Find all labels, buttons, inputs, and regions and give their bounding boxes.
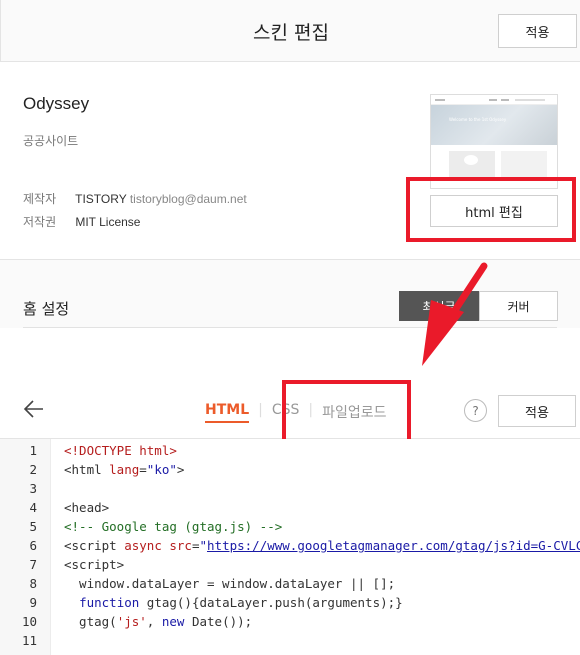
maker-name: TISTORY xyxy=(75,192,127,206)
skin-maker-row: 제작자 TISTORY tistoryblog@daum.net xyxy=(23,190,247,207)
code-token: <!-- Google tag (gtag.js) --> xyxy=(64,519,283,534)
code-line: 6 <script async src="https://www.googleta… xyxy=(0,536,580,555)
line-number: 9 xyxy=(29,595,37,610)
home-option-latest[interactable]: 최신글 xyxy=(399,291,479,321)
question-circle-icon[interactable]: ? xyxy=(464,399,487,422)
line-number: 6 xyxy=(29,538,37,553)
code-token: lang xyxy=(109,462,140,477)
tab-separator: | xyxy=(258,402,263,418)
code-line: 10 gtag('js', new Date()); xyxy=(0,612,580,631)
html-edit-button[interactable]: html 편집 xyxy=(430,195,558,227)
tab-separator: | xyxy=(308,402,314,418)
code-token: <head> xyxy=(64,500,110,515)
thumbnail-hero-text: Welcome to the 1st Odyssey xyxy=(449,117,507,122)
thumbnail-hero: Welcome to the 1st Odyssey xyxy=(431,105,557,145)
line-number: 4 xyxy=(29,500,37,515)
code-token: " xyxy=(199,538,208,553)
license-value: MIT License xyxy=(75,215,141,229)
code-token: https://www.googletagmanager.com/gtag/js… xyxy=(207,538,580,553)
section-gap xyxy=(0,328,580,381)
tab-html[interactable]: HTML xyxy=(205,402,250,423)
tab-file-upload[interactable]: 파일업로드 xyxy=(322,402,386,422)
code-token: 'js' xyxy=(116,614,147,629)
page-title: 스킨 편집 xyxy=(253,22,329,44)
code-token: Date()); xyxy=(184,614,253,629)
code-token: <html xyxy=(64,462,110,477)
code-text: function gtag(){dataLayer.push(arguments… xyxy=(64,593,403,612)
line-number: 1 xyxy=(29,443,37,458)
maker-key: 제작자 xyxy=(23,192,57,206)
line-number: 2 xyxy=(29,462,37,477)
code-token: = xyxy=(139,462,147,477)
home-settings-label: 홈 설정 xyxy=(23,300,70,318)
code-line: 2 <html lang="ko"> xyxy=(0,460,580,479)
line-number: 10 xyxy=(21,614,37,629)
code-line: 11 xyxy=(0,631,580,650)
line-number: 5 xyxy=(29,519,37,534)
code-text: <!DOCTYPE html> xyxy=(64,441,177,460)
code-token: , xyxy=(146,614,162,629)
line-number: 11 xyxy=(21,633,37,648)
code-line: 4 <head> xyxy=(0,498,580,517)
thumbnail-card xyxy=(501,151,547,177)
skin-edit-header: 스킨 편집 적용 xyxy=(0,0,580,62)
tab-css[interactable]: CSS xyxy=(272,402,300,418)
skin-license-row: 저작권 MIT License xyxy=(23,213,140,230)
skin-name: Odyssey xyxy=(23,94,90,113)
code-token: async src xyxy=(124,538,192,553)
line-number: 8 xyxy=(29,576,37,591)
code-token: <script> xyxy=(64,557,125,572)
thumbnail-cloud xyxy=(464,155,478,165)
code-token: window.dataLayer = window.dataLayer || [… xyxy=(64,576,396,591)
code-token: <!DOCTYPE html> xyxy=(64,443,177,458)
home-option-cover[interactable]: 커버 xyxy=(479,291,558,321)
code-token: new xyxy=(161,614,185,629)
editor-apply-button[interactable]: 적용 xyxy=(498,395,576,427)
editor-tabs: HTML | CSS | 파일업로드 xyxy=(205,402,387,423)
code-line: 7 <script> xyxy=(0,555,580,574)
skin-subtitle: 공공사이트 xyxy=(23,134,79,148)
code-line: 5 <!-- Google tag (gtag.js) --> xyxy=(0,517,580,536)
skin-info-panel: Odyssey 공공사이트 제작자 TISTORY tistoryblog@da… xyxy=(0,62,580,259)
skin-thumbnail: Welcome to the 1st Odyssey xyxy=(430,94,558,189)
code-text: <html lang="ko"> xyxy=(64,460,184,479)
code-line: 3 xyxy=(0,479,580,498)
code-text: window.dataLayer = window.dataLayer || [… xyxy=(64,574,395,593)
code-token: gtag(){dataLayer.push(arguments);} xyxy=(139,595,403,610)
thumbnail-nav xyxy=(431,95,557,105)
code-token: <script xyxy=(64,538,125,553)
code-text: <head> xyxy=(64,498,109,517)
code-text: <script> xyxy=(64,555,124,574)
code-line: 9 function gtag(){dataLayer.push(argumen… xyxy=(0,593,580,612)
code-text: <script async src="https://www.googletag… xyxy=(64,536,580,555)
license-key: 저작권 xyxy=(23,215,57,229)
code-editor[interactable]: 1 <!DOCTYPE html> 2 <html lang="ko"> 3 4 <head… xyxy=(0,439,580,655)
code-token: gtag( xyxy=(64,614,117,629)
editor-toolbar: HTML | CSS | 파일업로드 ? 적용 xyxy=(0,381,580,439)
apply-button[interactable]: 적용 xyxy=(498,14,577,48)
code-token: function xyxy=(79,595,140,610)
code-text: gtag('js', new Date()); xyxy=(64,612,252,631)
maker-email: tistoryblog@daum.net xyxy=(129,192,247,206)
code-line: 8 window.dataLayer = window.dataLayer ||… xyxy=(0,574,580,593)
code-token: > xyxy=(176,462,185,477)
line-number: 7 xyxy=(29,557,37,572)
code-token: "ko" xyxy=(146,462,177,477)
code-line: 1 <!DOCTYPE html> xyxy=(0,441,580,460)
arrow-left-icon[interactable] xyxy=(22,397,46,421)
line-number: 3 xyxy=(29,481,37,496)
code-text: <!-- Google tag (gtag.js) --> xyxy=(64,517,282,536)
